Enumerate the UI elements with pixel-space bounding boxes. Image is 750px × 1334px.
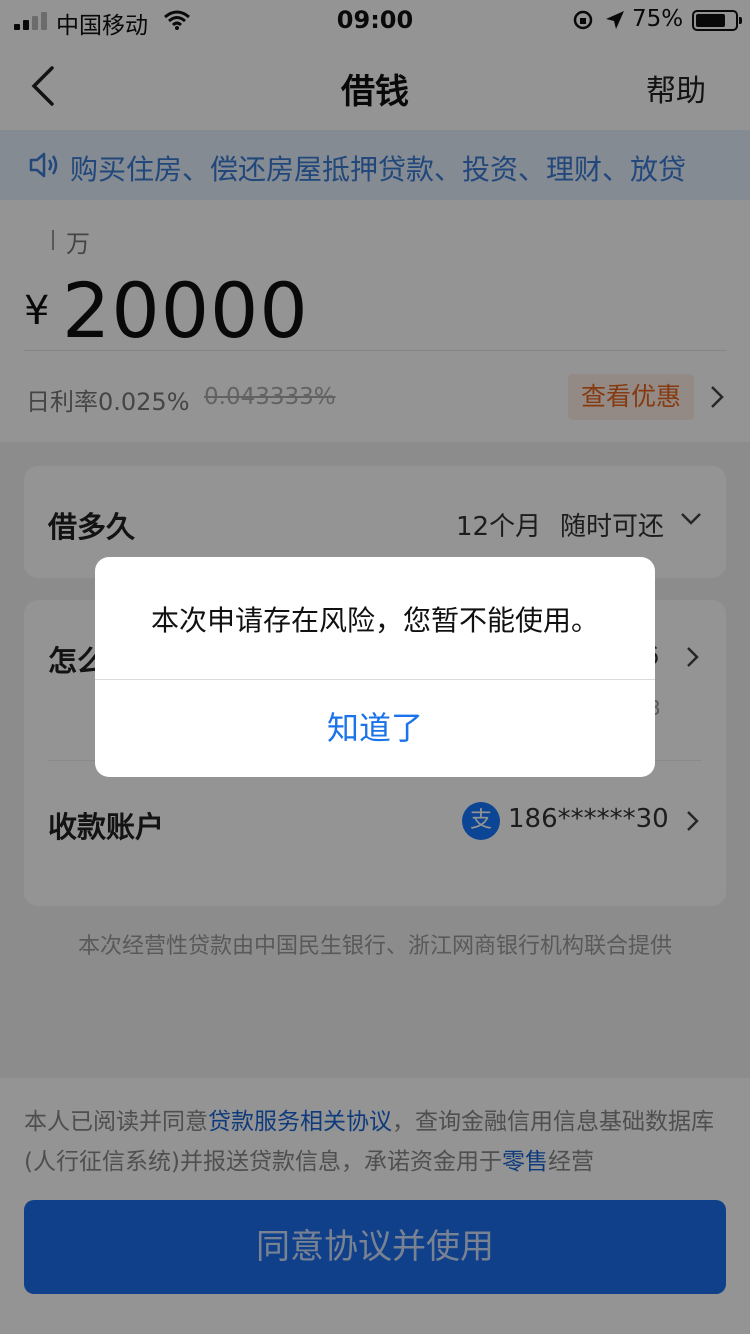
got-it-button[interactable]: 知道了 bbox=[95, 680, 655, 777]
risk-alert-dialog: 本次申请存在风险，您暂不能使用。 知道了 bbox=[95, 557, 655, 777]
loan-page: 中国移动 09:00 75% 借钱 帮助 购买住房、偿还房屋抵押贷款、投资、理财… bbox=[0, 0, 750, 1334]
dialog-message: 本次申请存在风险，您暂不能使用。 bbox=[150, 604, 599, 637]
